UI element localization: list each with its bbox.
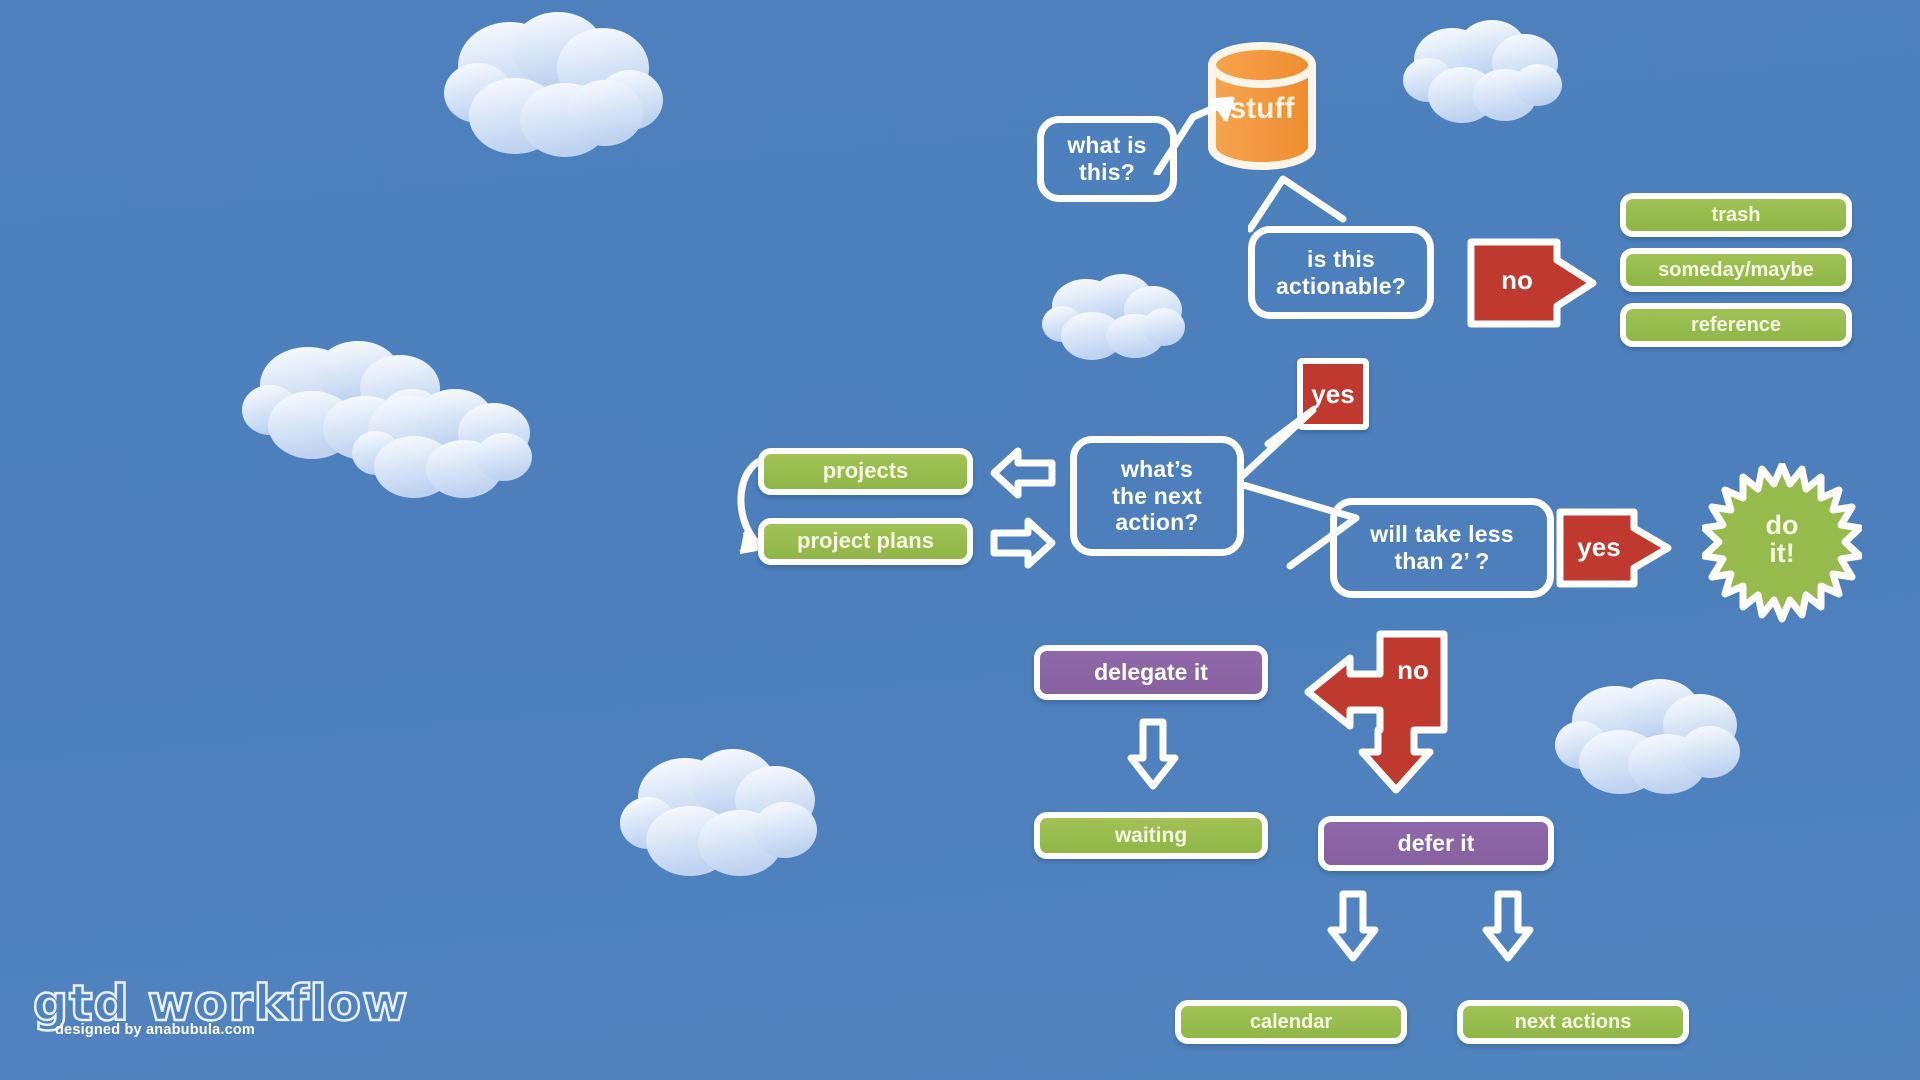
cloud-mid-left-a (240, 340, 460, 465)
do-it-label: do it! (1765, 510, 1799, 569)
gtd-workflow-canvas: stuff what is this? is this actionable? … (0, 0, 1920, 1080)
trash-box[interactable]: trash (1620, 193, 1852, 237)
next-action-bubble: what’s the next action? (1070, 436, 1244, 556)
someday-maybe-label: someday/maybe (1658, 258, 1814, 281)
cloud-bottom-right (1555, 675, 1750, 800)
defer-it-box[interactable]: defer it (1318, 816, 1554, 871)
cloud-center (1040, 270, 1190, 365)
no-badge-1-label: no (1501, 265, 1533, 295)
do-it-starburst: do it! (1700, 461, 1864, 623)
stuff-cylinder: stuff (1203, 40, 1321, 175)
yes-badge-1-label: yes (1311, 378, 1355, 409)
cloud-bottom-left (620, 745, 830, 885)
arrow-defer-to-calendar (1325, 890, 1381, 962)
delegate-it-label: delegate it (1094, 658, 1208, 685)
cloud-mid-left-b (352, 385, 542, 505)
waiting-label: waiting (1114, 823, 1188, 847)
delegate-it-box[interactable]: delegate it (1034, 645, 1268, 700)
logo-subtitle: designed by anabubula.com (55, 1022, 255, 1038)
cloud-top-right (1400, 15, 1565, 130)
reference-box[interactable]: reference (1620, 303, 1852, 347)
logo: gtd workflow designed by anabubula.com (32, 974, 409, 1038)
arrow-from-project-plans-right (990, 515, 1056, 571)
projects-box[interactable]: projects (758, 448, 973, 495)
defer-it-label: defer it (1397, 829, 1475, 856)
arrow-delegate-to-waiting (1125, 718, 1181, 790)
next-actions-box[interactable]: next actions (1457, 1000, 1689, 1044)
less-than-2-label: will take less than 2’ ? (1370, 521, 1514, 574)
someday-maybe-box[interactable]: someday/maybe (1620, 248, 1852, 292)
next-action-label: what’s the next action? (1112, 455, 1202, 536)
yes-badge-2-label: yes (1577, 532, 1621, 562)
what-is-this-bubble: what is this? (1037, 116, 1177, 202)
stuff-label: stuff (1229, 92, 1295, 125)
reference-label: reference (1690, 313, 1782, 336)
is-actionable-bubble: is this actionable? (1248, 226, 1434, 319)
arrow-to-projects-left (990, 445, 1056, 501)
calendar-label: calendar (1249, 1010, 1333, 1033)
project-plans-box[interactable]: project plans (758, 518, 973, 565)
trash-label: trash (1711, 203, 1761, 226)
yes-badge-1: yes (1297, 358, 1369, 430)
arrow-defer-to-next-actions (1480, 890, 1536, 962)
waiting-box[interactable]: waiting (1034, 812, 1268, 859)
what-is-this-label: what is this? (1067, 132, 1147, 185)
project-plans-label: project plans (797, 528, 934, 554)
is-actionable-label: is this actionable? (1275, 245, 1406, 299)
less-than-2-bubble: will take less than 2’ ? (1330, 498, 1554, 598)
calendar-box[interactable]: calendar (1175, 1000, 1407, 1044)
projects-label: projects (822, 458, 909, 484)
next-actions-label: next actions (1514, 1010, 1632, 1033)
no-badge-2-label: no (1397, 655, 1429, 685)
cloud-top-left (440, 8, 665, 163)
